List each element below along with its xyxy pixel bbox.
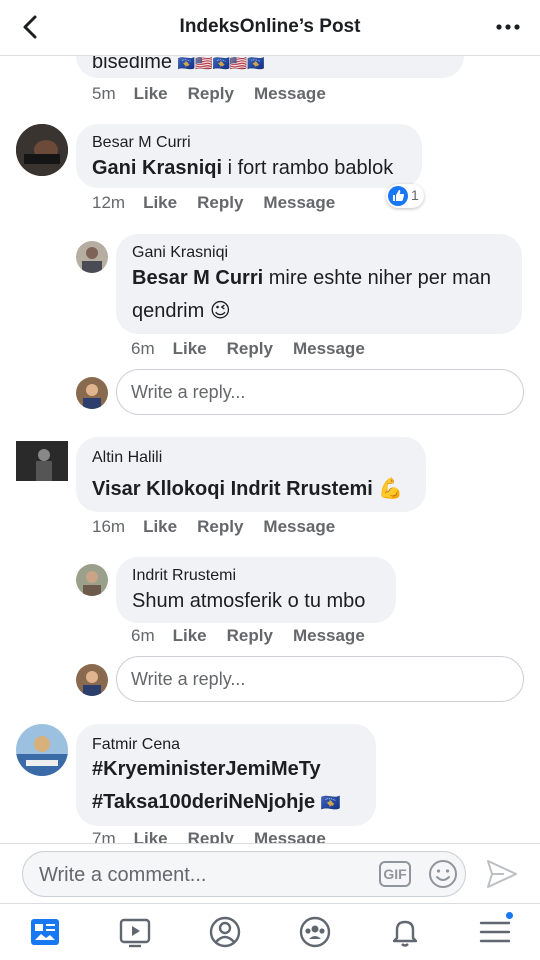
comment-time: 5m bbox=[92, 84, 116, 103]
comment-author[interactable]: Altin Halili bbox=[92, 449, 162, 467]
comment-input[interactable]: Write a comment... GIF bbox=[22, 851, 466, 897]
news-feed-icon[interactable] bbox=[27, 914, 63, 950]
like-link[interactable]: Like bbox=[173, 339, 207, 358]
page-title: IndeksOnline’s Post bbox=[179, 16, 361, 37]
profile-icon[interactable] bbox=[207, 914, 243, 950]
reaction-badge[interactable]: 1 bbox=[386, 184, 424, 208]
reply-link[interactable]: Reply bbox=[188, 84, 234, 103]
notification-dot bbox=[504, 910, 515, 921]
reply-input[interactable]: Write a reply... bbox=[116, 656, 524, 702]
reply-bubble: Gani Krasniqi Besar M Curri mire eshte n… bbox=[116, 234, 522, 334]
comment-body: mire eshte niher per man bbox=[263, 267, 492, 289]
groups-icon[interactable] bbox=[297, 914, 333, 950]
comment-bubble: Altin Halili Visar Kllokoqi Indrit Rrust… bbox=[76, 437, 426, 512]
emoji-icon[interactable] bbox=[427, 858, 459, 890]
like-link[interactable]: Like bbox=[143, 193, 177, 212]
comments-feed[interactable]: bisedime 🇽🇰🇺🇸🇽🇰🇺🇸🇽🇰 5m Like Reply Message B… bbox=[0, 0, 540, 843]
message-link[interactable]: Message bbox=[293, 626, 365, 645]
reply-link[interactable]: Reply bbox=[227, 626, 273, 645]
flag-emoji: 🇽🇰 bbox=[320, 795, 341, 812]
top-bar: IndeksOnline’s Post bbox=[0, 0, 540, 56]
my-avatar bbox=[76, 377, 108, 409]
comment-time: 7m bbox=[92, 829, 116, 843]
flag-emoji-row: 🇽🇰🇺🇸🇽🇰🇺🇸🇽🇰 bbox=[177, 55, 265, 71]
reply-link[interactable]: Reply bbox=[197, 517, 243, 536]
reply-input[interactable]: Write a reply... bbox=[116, 369, 524, 415]
comment-author[interactable]: Fatmir Cena bbox=[92, 736, 180, 754]
send-icon[interactable] bbox=[484, 856, 520, 892]
comment-time: 6m bbox=[131, 626, 155, 645]
watch-icon[interactable] bbox=[117, 914, 153, 950]
comment-time: 12m bbox=[92, 193, 126, 212]
comment-body: i fort rambo bablok bbox=[222, 157, 394, 179]
comment-author[interactable]: Indrit Rrustemi bbox=[132, 567, 236, 585]
notifications-icon[interactable] bbox=[387, 914, 423, 950]
mention-link[interactable]: Besar M Curri bbox=[132, 267, 263, 289]
gif-button[interactable]: GIF bbox=[379, 861, 411, 887]
reply-bubble: Indrit Rrustemi Shum atmosferik o tu mbo bbox=[116, 557, 396, 623]
reply-placeholder: Write a reply... bbox=[131, 669, 246, 689]
comment-bubble: Besar M Curri Gani Krasniqi i fort rambo… bbox=[76, 124, 422, 188]
mention-link[interactable]: Gani Krasniqi bbox=[92, 157, 222, 179]
comment-actions: 7m Like Reply Message bbox=[92, 829, 346, 843]
comment-time: 6m bbox=[131, 339, 155, 358]
reply-placeholder: Write a reply... bbox=[131, 382, 246, 402]
comment-text: Visar Kllokoqi Indrit Rrustemi 💪 bbox=[92, 473, 403, 506]
like-link[interactable]: Like bbox=[143, 517, 177, 536]
comment-text: Gani Krasniqi i fort rambo bablok bbox=[92, 152, 393, 185]
comment-body: 💪 bbox=[372, 478, 404, 500]
avatar[interactable] bbox=[76, 241, 108, 273]
message-link[interactable]: Message bbox=[293, 339, 365, 358]
avatar[interactable] bbox=[76, 564, 108, 596]
comment-actions: 6m Like Reply Message bbox=[131, 626, 385, 646]
avatar[interactable] bbox=[16, 124, 68, 176]
message-link[interactable]: Message bbox=[263, 517, 335, 536]
message-link[interactable]: Message bbox=[254, 84, 326, 103]
comment-actions: 6m Like Reply Message bbox=[131, 339, 385, 359]
comment-actions: 16m Like Reply Message bbox=[92, 517, 355, 537]
comment-bubble: Fatmir Cena #KryeministerJemiMeTy #Taksa… bbox=[76, 724, 376, 826]
reaction-count: 1 bbox=[411, 187, 419, 203]
comment-text: Besar M Curri mire eshte niher per man bbox=[132, 262, 491, 295]
like-link[interactable]: Like bbox=[173, 626, 207, 645]
avatar[interactable] bbox=[16, 441, 68, 481]
hashtag-link[interactable]: #KryeministerJemiMeTy bbox=[92, 753, 321, 786]
comment-text-line2: qendrim 😉 bbox=[132, 300, 231, 322]
reply-link[interactable]: Reply bbox=[188, 829, 234, 843]
more-options-icon[interactable] bbox=[494, 12, 522, 42]
like-link[interactable]: Like bbox=[134, 829, 168, 843]
hashtag-line: #Taksa100deriNeNjohje 🇽🇰 bbox=[92, 786, 341, 820]
message-link[interactable]: Message bbox=[263, 193, 335, 212]
comment-time: 16m bbox=[92, 517, 126, 536]
comment-actions-partial: 5m Like Reply Message bbox=[92, 84, 346, 104]
hashtag-link[interactable]: #Taksa100deriNeNjohje bbox=[92, 791, 315, 813]
thumbs-up-icon bbox=[388, 186, 408, 206]
message-link[interactable]: Message bbox=[254, 829, 326, 843]
menu-icon[interactable] bbox=[477, 910, 515, 950]
comment-author[interactable]: Besar M Curri bbox=[92, 134, 191, 152]
comment-author[interactable]: Gani Krasniqi bbox=[132, 244, 228, 262]
like-link[interactable]: Like bbox=[134, 84, 168, 103]
avatar[interactable] bbox=[16, 724, 68, 776]
comment-text: Shum atmosferik o tu mbo bbox=[132, 590, 366, 612]
mention-link[interactable]: Visar Kllokoqi Indrit Rrustemi bbox=[92, 478, 373, 500]
reply-link[interactable]: Reply bbox=[227, 339, 273, 358]
bottom-tab-bar bbox=[0, 903, 540, 960]
my-avatar bbox=[76, 664, 108, 696]
comment-composer: Write a comment... GIF bbox=[0, 843, 540, 903]
comment-placeholder: Write a comment... bbox=[39, 864, 207, 886]
comment-actions: 12m Like Reply Message bbox=[92, 193, 355, 213]
reply-link[interactable]: Reply bbox=[197, 193, 243, 212]
